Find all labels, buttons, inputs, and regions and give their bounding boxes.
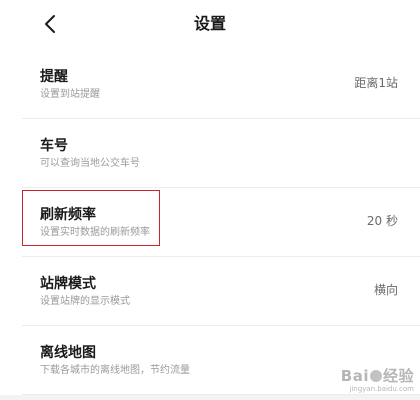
setting-description: 设置站牌的显示模式	[40, 296, 130, 307]
setting-row-offline-map[interactable]: 离线地图 下载各城市的离线地图，节约流量	[22, 326, 420, 395]
setting-row-sign-mode[interactable]: 站牌模式 设置站牌的显示模式 横向	[22, 257, 420, 326]
setting-description: 可以查询当地公交车号	[40, 158, 140, 169]
settings-list: 提醒 设置到站提醒 距离1站 车号 可以查询当地公交车号 刷新频率 设置实时数据…	[0, 50, 420, 395]
navigation-bar: 设置	[0, 0, 420, 50]
setting-value: 横向	[373, 283, 398, 297]
setting-title: 车号	[40, 138, 68, 154]
setting-description: 下载各城市的离线地图，节约流量	[40, 365, 190, 376]
setting-title: 站牌模式	[40, 276, 96, 292]
setting-title: 离线地图	[40, 345, 96, 361]
setting-value: 距离1站	[354, 76, 398, 90]
setting-value: 20 秒	[366, 214, 398, 228]
setting-row-refresh-rate[interactable]: 刷新频率 设置实时数据的刷新频率 20 秒	[22, 188, 420, 257]
setting-title: 提醒	[40, 69, 68, 85]
setting-description: 设置实时数据的刷新频率	[40, 227, 150, 238]
setting-row-bus-number[interactable]: 车号 可以查询当地公交车号	[22, 119, 420, 188]
page-title: 设置	[193, 14, 226, 33]
setting-description: 设置到站提醒	[40, 89, 100, 100]
setting-title: 刷新频率	[40, 207, 96, 223]
setting-row-reminder[interactable]: 提醒 设置到站提醒 距离1站	[22, 50, 420, 119]
